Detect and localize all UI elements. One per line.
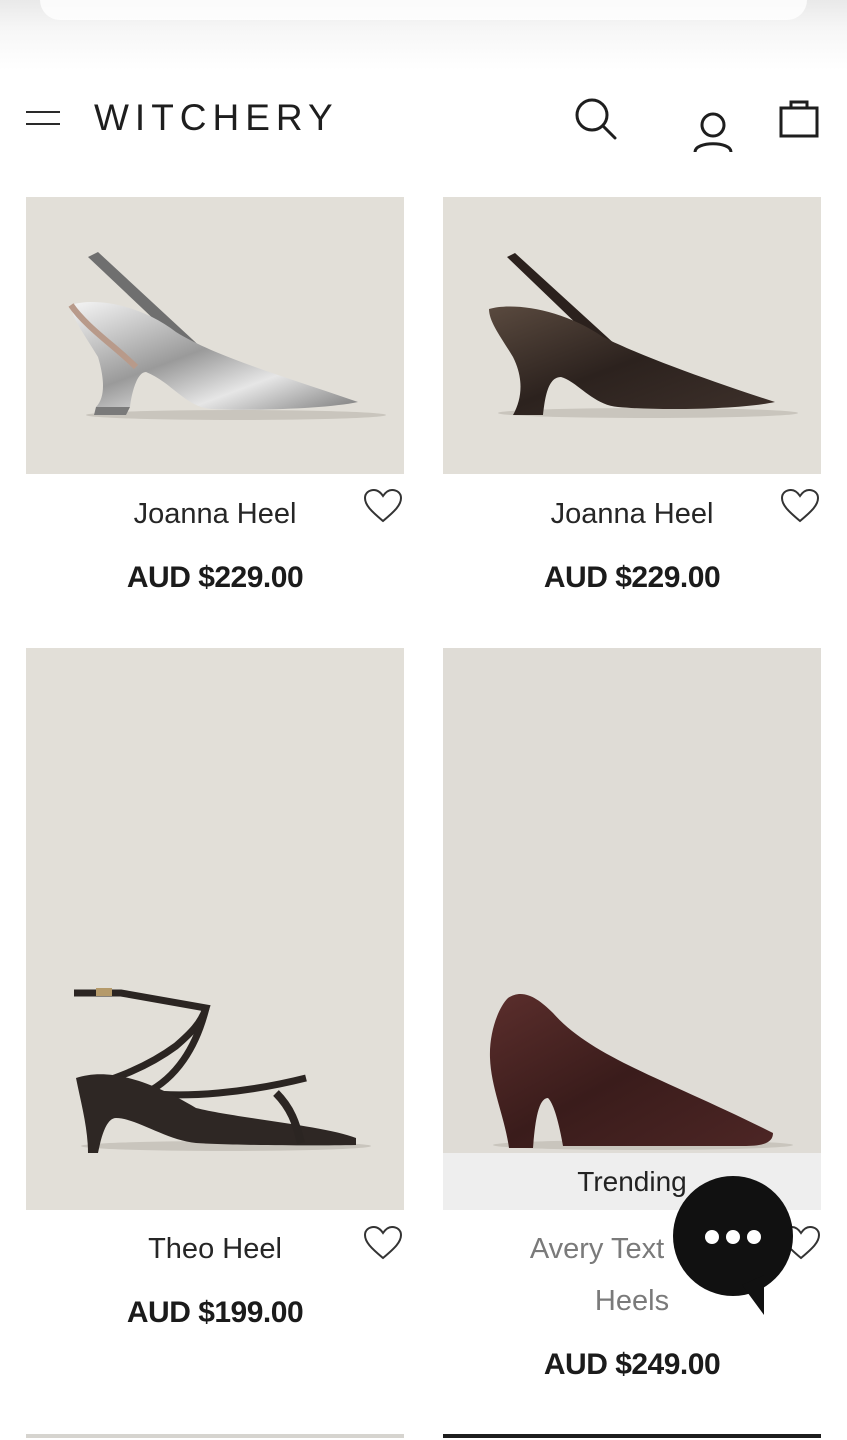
menu-icon-bar — [26, 123, 60, 125]
wishlist-heart-icon[interactable] — [780, 488, 820, 524]
wishlist-heart-icon[interactable] — [363, 1225, 403, 1261]
shoe-strappy-sandal-image — [74, 988, 371, 1153]
shopping-bag-icon[interactable] — [777, 96, 823, 142]
product-price: AUD $229.00 — [126, 561, 304, 594]
search-icon[interactable] — [572, 95, 620, 143]
shoe-silver-slingback-image — [68, 252, 386, 420]
product-name[interactable]: Joanna Heel — [26, 496, 404, 532]
menu-icon — [26, 111, 60, 113]
wishlist-heart-icon[interactable] — [363, 488, 403, 524]
product-image-avery[interactable] — [443, 648, 821, 1210]
menu-button[interactable] — [24, 104, 64, 134]
product-name[interactable]: Joanna Heel — [443, 496, 821, 532]
status-pill — [40, 0, 807, 20]
product-price: AUD $199.00 — [126, 1296, 304, 1329]
product-image-theo[interactable] — [26, 648, 404, 1210]
account-icon[interactable] — [690, 110, 736, 156]
product-image-joanna-brown[interactable] — [443, 197, 821, 474]
product-name[interactable]: Theo Heel — [26, 1231, 404, 1267]
chat-bubble-icon[interactable] — [672, 1175, 794, 1317]
next-row-image-edge — [26, 1434, 404, 1438]
shoe-brown-slingback-image — [489, 253, 798, 418]
browser-top-fade — [0, 0, 847, 70]
shoe-burgundy-pump-image — [489, 993, 793, 1150]
brand-logo[interactable]: WITCHERY — [94, 96, 339, 140]
product-image-joanna-silver[interactable] — [26, 197, 404, 474]
product-price: AUD $249.00 — [543, 1348, 721, 1381]
product-price: AUD $229.00 — [543, 561, 721, 594]
next-row-image-edge — [443, 1434, 821, 1438]
